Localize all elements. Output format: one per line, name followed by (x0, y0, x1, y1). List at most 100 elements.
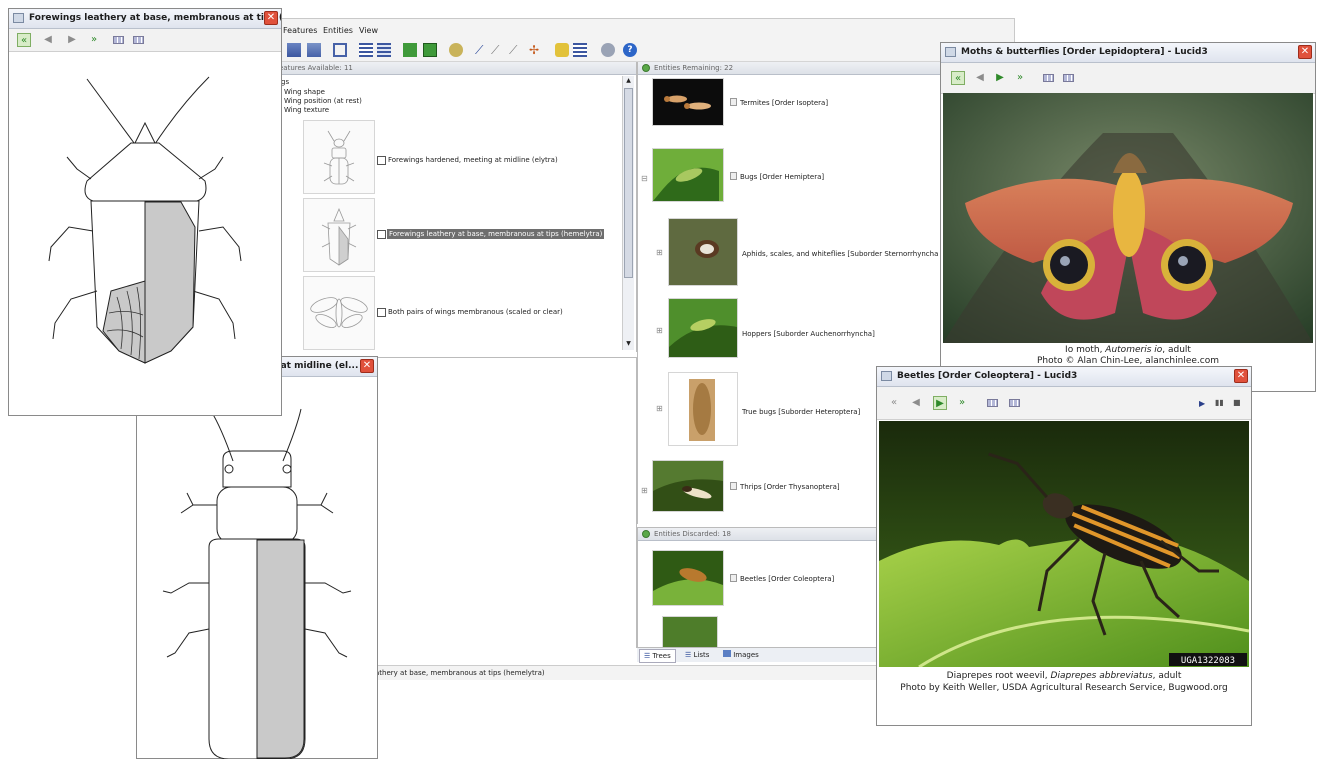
feature-tree-item-wing-position[interactable]: Wing position (at rest) (284, 97, 362, 105)
features-scrollbar[interactable]: ▲ ▼ (622, 76, 634, 350)
state-checkbox-membranous[interactable] (377, 308, 386, 317)
first-icon[interactable]: « (17, 33, 31, 47)
entity-label-aphids[interactable]: Aphids, scales, and whiteflies [Suborder… (742, 250, 938, 258)
state-label-elytra[interactable]: Forewings hardened, meeting at midline (… (388, 156, 558, 164)
hemelytra-window-titlebar[interactable]: Forewings leathery at base, membranous a… (9, 9, 281, 29)
moth-window-titlebar[interactable]: Moths & butterflies [Order Lepidoptera] … (941, 43, 1315, 63)
close-icon[interactable]: ✕ (264, 11, 278, 25)
document-icon (730, 482, 737, 490)
prune-icon[interactable]: ✢ (529, 43, 543, 57)
tab-lists[interactable]: ☰ Lists (681, 649, 713, 661)
tree-node-expand-icon[interactable]: ⊟ (641, 174, 648, 183)
thumbnail-grid-icon[interactable] (1043, 74, 1054, 82)
app-icon (881, 371, 892, 381)
entity-label-true-bugs[interactable]: True bugs [Suborder Heteroptera] (742, 408, 860, 416)
scroll-up-icon[interactable]: ▲ (624, 77, 633, 86)
entity-image-discarded-2[interactable] (662, 616, 718, 648)
tree-node-expand-icon[interactable]: ⊞ (656, 404, 663, 413)
features-scrollbar-thumb[interactable] (624, 88, 633, 278)
tab-images[interactable]: Images (719, 649, 763, 661)
image-tab-icon (723, 650, 731, 657)
export-icon[interactable] (1063, 74, 1074, 82)
state-image-elytra[interactable] (303, 120, 375, 194)
feature-tree-item-wing-texture[interactable]: Wing texture (284, 106, 329, 114)
state-label-hemelytra[interactable]: Forewings leathery at base, membranous a… (387, 229, 605, 239)
entity-image-true-bugs[interactable] (668, 372, 738, 446)
feature-tree-item-wings[interactable]: gs (281, 78, 289, 86)
entity-label-thrips[interactable]: Thrips [Order Thysanoptera] (730, 482, 840, 491)
list-detail-icon[interactable] (377, 43, 391, 57)
stop-icon[interactable]: ■ (1233, 398, 1241, 407)
next-icon[interactable]: ▶ (65, 33, 79, 47)
status-text: athery at base, membranous at tips (heme… (375, 669, 545, 677)
state-label-membranous[interactable]: Both pairs of wings membranous (scaled o… (388, 308, 563, 316)
export-icon[interactable] (1009, 399, 1020, 407)
next-icon[interactable]: ▶ (993, 71, 1007, 85)
score-icon[interactable] (555, 43, 569, 57)
entity-image-beetles[interactable] (652, 550, 724, 606)
document-icon (730, 574, 737, 582)
help-icon[interactable]: ? (623, 43, 637, 57)
first-icon[interactable]: « (951, 71, 965, 85)
pause-icon[interactable]: ▮▮ (1215, 398, 1224, 407)
find-icon[interactable] (449, 43, 463, 57)
entity-image-aphids[interactable] (668, 218, 738, 286)
list-tab-icon: ☰ (685, 651, 692, 659)
entity-image-hoppers[interactable] (668, 298, 738, 358)
menu-features[interactable]: Features (283, 26, 317, 35)
close-icon[interactable]: ✕ (1298, 45, 1312, 59)
state-checkbox-hemelytra[interactable] (377, 230, 386, 239)
feature-tree-item-wing-shape[interactable]: Wing shape (284, 88, 325, 96)
tab-trees[interactable]: ☰ Trees (639, 649, 676, 663)
fly-thumbnail-icon (310, 297, 368, 328)
last-icon[interactable]: » (1013, 71, 1027, 85)
previous-icon[interactable]: ◀ (973, 71, 987, 85)
clear-icon[interactable] (601, 43, 615, 57)
close-icon[interactable]: ✕ (360, 359, 374, 373)
state-checkbox-elytra[interactable] (377, 156, 386, 165)
entity-label-bugs[interactable]: Bugs [Order Hemiptera] (730, 172, 824, 181)
entity-image-bugs[interactable] (652, 148, 724, 202)
state-image-hemelytra[interactable] (303, 198, 375, 272)
last-icon[interactable]: » (87, 33, 101, 47)
thumbnail-grid-icon[interactable] (987, 399, 998, 407)
close-icon[interactable]: ✕ (1234, 369, 1248, 383)
next-icon[interactable]: ▶ (933, 396, 947, 410)
expand-tree-icon[interactable] (333, 43, 347, 57)
previous-icon[interactable]: ◀ (909, 396, 923, 410)
list-view-icon[interactable] (359, 43, 373, 57)
sort-icon[interactable] (573, 43, 587, 57)
image-green-2-icon[interactable] (423, 43, 437, 57)
photo-watermark: UGA1322083 (1181, 656, 1235, 666)
wand-3-icon[interactable]: ⟋ (509, 43, 523, 57)
menu-view[interactable]: View (359, 26, 378, 35)
state-image-membranous[interactable] (303, 276, 375, 350)
entity-label-beetles[interactable]: Beetles [Order Coleoptera] (730, 574, 834, 583)
last-icon[interactable]: » (955, 396, 969, 410)
previous-icon[interactable]: ◀ (41, 33, 55, 47)
beetle-window-titlebar[interactable]: Beetles [Order Coleoptera] - Lucid3 ✕ (877, 367, 1251, 387)
entity-image-thrips[interactable] (652, 460, 724, 512)
first-icon[interactable]: « (887, 396, 901, 410)
features-panel: eatures Available: 11 gs Wing shape Wing… (271, 62, 637, 352)
image-green-icon[interactable] (403, 43, 417, 57)
tree-node-expand-icon[interactable]: ⊞ (641, 486, 648, 495)
tree-view-icon[interactable] (287, 43, 301, 57)
collapse-tree-icon[interactable] (307, 43, 321, 57)
entity-label-termites[interactable]: Termites [Order Isoptera] (730, 98, 828, 107)
beetle-photo (653, 551, 723, 605)
export-icon[interactable] (133, 36, 144, 44)
play-icon[interactable]: ▶ (1199, 399, 1205, 408)
tree-node-expand-icon[interactable]: ⊞ (656, 326, 663, 335)
wand-icon[interactable]: ⟋ (475, 43, 489, 57)
beetle-photo: UGA1322083 (879, 421, 1249, 667)
features-header-text: eatures Available: 11 (279, 64, 353, 72)
tree-node-expand-icon[interactable]: ⊞ (656, 248, 663, 257)
menu-entities[interactable]: Entities (323, 26, 353, 35)
thumbnail-grid-icon[interactable] (113, 36, 124, 44)
app-icon (13, 13, 24, 23)
entity-label-hoppers[interactable]: Hoppers [Suborder Auchenorrhyncha] (742, 330, 875, 338)
entity-image-termites[interactable] (652, 78, 724, 126)
scroll-down-icon[interactable]: ▼ (624, 340, 633, 349)
wand-2-icon[interactable]: ⟋ (491, 43, 505, 57)
